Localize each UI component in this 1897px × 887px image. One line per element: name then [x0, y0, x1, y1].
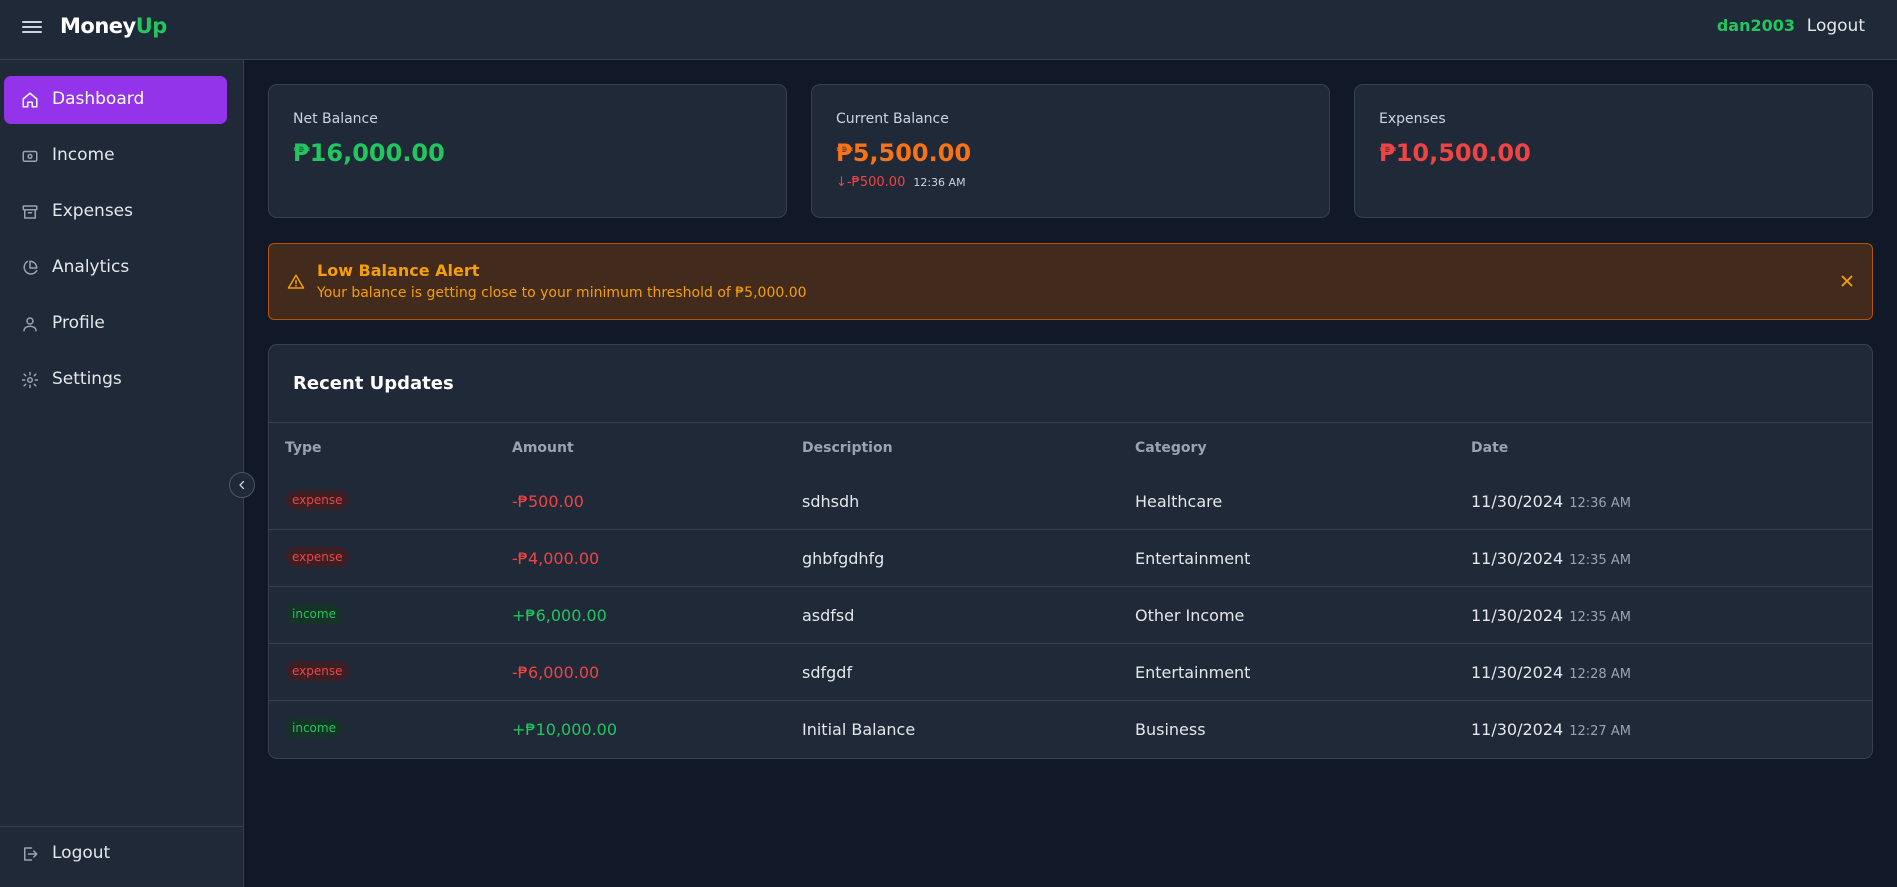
sidebar-logout-button[interactable]: Logout — [4, 830, 227, 878]
type-badge: income — [286, 604, 342, 624]
date-cell: 11/30/2024 12:27 AM — [1471, 720, 1631, 739]
sidebar-item-label: Analytics — [52, 257, 130, 277]
logo-accent: Up — [135, 14, 168, 38]
date-cell: 11/30/2024 12:35 AM — [1471, 549, 1631, 568]
sidebar-item-profile[interactable]: Profile — [4, 300, 227, 348]
top-bar: MoneyUp dan2003 Logout — [0, 0, 1897, 60]
column-header-type[interactable]: Type — [285, 440, 322, 456]
column-header-amount[interactable]: Amount — [512, 440, 574, 456]
date-value: 11/30/2024 — [1471, 492, 1564, 511]
hamburger-menu-icon[interactable] — [22, 18, 42, 38]
table-row[interactable]: expense -₱500.00 sdhsdh Healthcare 11/30… — [269, 473, 1872, 530]
column-header-description[interactable]: Description — [802, 440, 893, 456]
home-icon — [22, 92, 38, 108]
username: dan2003 — [1716, 16, 1795, 35]
current-balance-card: Current Balance ₱5,500.00 ↓-₱500.00 12:3… — [811, 84, 1330, 218]
amount-cell: -₱4,000.00 — [512, 549, 600, 568]
amount-cell: +₱6,000.00 — [512, 606, 607, 625]
time-value: 12:27 AM — [1569, 724, 1631, 739]
low-balance-alert: Low Balance Alert Your balance is gettin… — [268, 243, 1873, 320]
archive-icon — [22, 205, 38, 219]
amount-cell: -₱6,000.00 — [512, 663, 600, 682]
time-value: 12:28 AM — [1569, 667, 1631, 682]
description-cell: ghbfgdhfg — [802, 549, 885, 568]
sidebar-item-label: Settings — [52, 369, 122, 389]
sidebar-item-label: Profile — [52, 313, 105, 333]
logo-main: Money — [60, 14, 136, 38]
sidebar-item-income[interactable]: Income — [4, 132, 227, 180]
category-cell: Healthcare — [1135, 492, 1223, 511]
date-value: 11/30/2024 — [1471, 663, 1564, 682]
sidebar-item-label: Dashboard — [52, 89, 145, 109]
alert-title: Low Balance Alert — [317, 261, 480, 280]
sidebar-item-dashboard[interactable]: Dashboard — [4, 76, 227, 124]
sidebar-logout-label: Logout — [52, 843, 111, 863]
header-logout-link[interactable]: Logout — [1807, 16, 1865, 36]
description-cell: sdhsdh — [802, 492, 860, 511]
date-value: 11/30/2024 — [1471, 720, 1564, 739]
description-cell: sdfgdf — [802, 663, 853, 682]
date-value: 11/30/2024 — [1471, 549, 1564, 568]
pie-chart-icon — [23, 260, 38, 275]
type-badge: expense — [286, 661, 349, 681]
date-cell: 11/30/2024 12:28 AM — [1471, 663, 1631, 682]
balance-delta-time: 12:36 AM — [913, 176, 966, 189]
sidebar-item-settings[interactable]: Settings — [4, 356, 227, 404]
category-cell: Entertainment — [1135, 663, 1251, 682]
card-title: Net Balance — [293, 111, 378, 127]
table-row[interactable]: expense -₱6,000.00 sdfgdf Entertainment … — [269, 644, 1872, 701]
type-badge: expense — [286, 490, 349, 510]
recent-updates-title: Recent Updates — [293, 373, 454, 394]
recent-updates-panel: Recent Updates Type Amount Description C… — [268, 344, 1873, 759]
panel-divider — [269, 422, 1872, 423]
column-header-date[interactable]: Date — [1471, 440, 1508, 456]
time-value: 12:36 AM — [1569, 496, 1631, 511]
description-cell: Initial Balance — [802, 720, 916, 739]
current-balance-value: ₱5,500.00 — [836, 139, 972, 167]
gear-icon — [21, 371, 39, 389]
category-cell: Entertainment — [1135, 549, 1251, 568]
time-value: 12:35 AM — [1569, 553, 1631, 568]
sidebar-item-label: Income — [52, 145, 115, 165]
net-balance-value: ₱16,000.00 — [293, 139, 445, 167]
sidebar-item-expenses[interactable]: Expenses — [4, 188, 227, 236]
date-cell: 11/30/2024 12:36 AM — [1471, 492, 1631, 511]
balance-change: ↓-₱500.00 12:36 AM — [836, 175, 966, 190]
logout-icon — [24, 847, 38, 861]
wallet-icon — [22, 150, 38, 162]
chevron-left-icon — [239, 480, 245, 490]
amount-cell: +₱10,000.00 — [512, 720, 618, 739]
time-value: 12:35 AM — [1569, 610, 1631, 625]
type-badge: income — [286, 718, 342, 738]
net-balance-card: Net Balance ₱16,000.00 — [268, 84, 787, 218]
category-cell: Business — [1135, 720, 1206, 739]
date-cell: 11/30/2024 12:35 AM — [1471, 606, 1631, 625]
card-title: Expenses — [1379, 111, 1446, 127]
sidebar-item-analytics[interactable]: Analytics — [4, 244, 227, 292]
sidebar-item-label: Expenses — [52, 201, 133, 221]
amount-cell: -₱500.00 — [512, 492, 584, 511]
warning-icon — [287, 274, 305, 289]
type-badge: expense — [286, 547, 349, 567]
sidebar-divider — [0, 826, 244, 827]
description-cell: asdfsd — [802, 606, 855, 625]
app-logo[interactable]: MoneyUp — [60, 14, 167, 38]
close-icon[interactable] — [1838, 272, 1856, 290]
table-row[interactable]: expense -₱4,000.00 ghbfgdhfg Entertainme… — [269, 530, 1872, 587]
balance-delta: ↓-₱500.00 — [836, 175, 906, 190]
alert-message: Your balance is getting close to your mi… — [317, 285, 807, 301]
card-title: Current Balance — [836, 111, 949, 127]
column-header-category[interactable]: Category — [1135, 440, 1207, 456]
date-value: 11/30/2024 — [1471, 606, 1564, 625]
expenses-value: ₱10,500.00 — [1379, 139, 1531, 167]
sidebar: Dashboard Income Expenses Analytics Prof… — [0, 60, 244, 887]
sidebar-collapse-button[interactable] — [229, 472, 255, 498]
expenses-card: Expenses ₱10,500.00 — [1354, 84, 1873, 218]
category-cell: Other Income — [1135, 606, 1245, 625]
table-row[interactable]: income +₱10,000.00 Initial Balance Busin… — [269, 701, 1872, 758]
table-row[interactable]: income +₱6,000.00 asdfsd Other Income 11… — [269, 587, 1872, 644]
user-icon — [23, 317, 37, 332]
